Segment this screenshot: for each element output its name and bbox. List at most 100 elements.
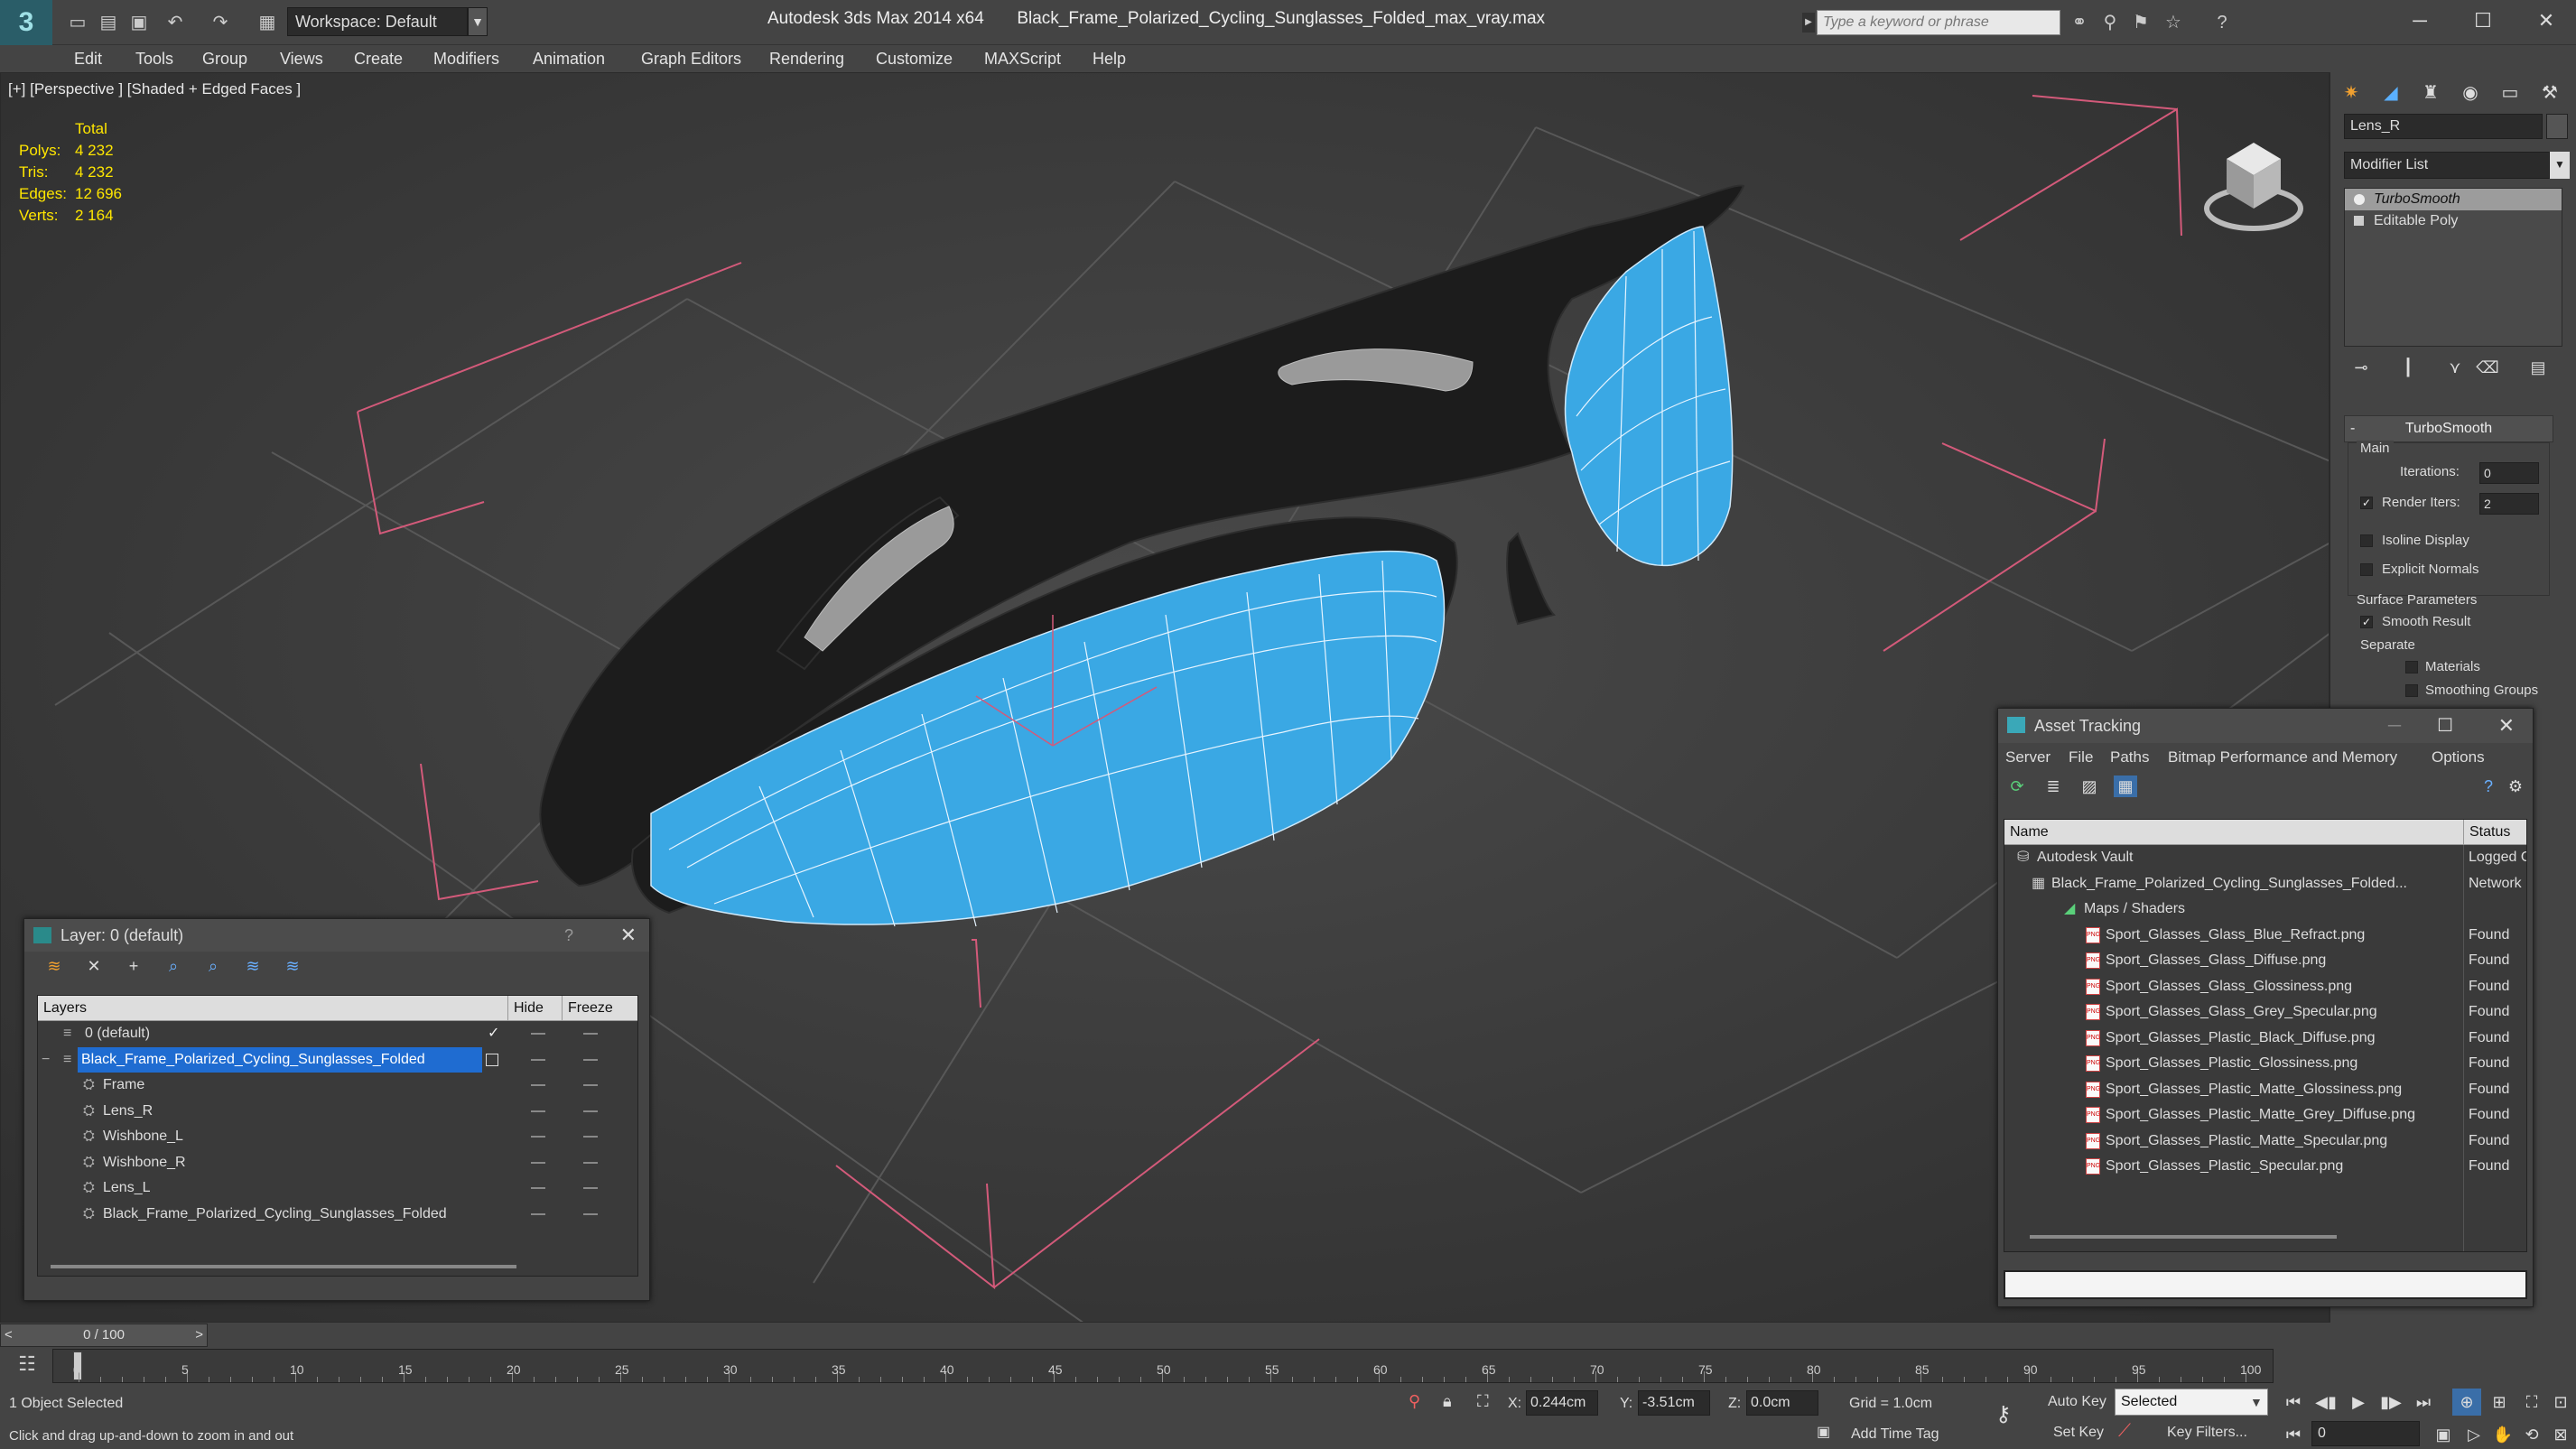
layer-row[interactable]: ⛭ Lens_R — [38, 1099, 637, 1125]
previous-frame-icon[interactable]: ◀▮ — [2311, 1389, 2340, 1416]
layer-row[interactable]: ≡ 0 (default) ✓ — [38, 1021, 637, 1047]
modify-tab-icon[interactable]: ◢ — [2375, 78, 2407, 108]
menu-modifiers[interactable]: Modifiers — [433, 47, 499, 70]
asset-row[interactable]: PNG Sport_Glasses_Plastic_Specular.png Fou… — [2004, 1154, 2526, 1180]
asset-row[interactable]: ⛁ Autodesk Vault Logged O — [2004, 845, 2526, 871]
workspace-dropdown[interactable]: Workspace: Default — [287, 7, 468, 36]
maximize-viewport-icon[interactable]: ⊠ — [2546, 1421, 2575, 1448]
undo-icon[interactable]: ↶ — [163, 11, 188, 34]
key-filters-button[interactable]: Key Filters... — [2167, 1425, 2247, 1441]
list-view-icon[interactable]: ≣ — [2041, 776, 2065, 797]
current-layer-check-icon[interactable]: ✓ — [488, 1021, 499, 1047]
new-file-icon[interactable]: ▭ — [65, 11, 90, 34]
time-configuration-icon[interactable]: ▣ — [2429, 1421, 2458, 1448]
workspace-dropdown-arrow-icon[interactable]: ▼ — [468, 7, 488, 36]
x-coordinate-field[interactable]: 0.244cm — [1526, 1390, 1598, 1416]
play-icon[interactable]: ▶ — [2344, 1389, 2373, 1416]
close-window-icon[interactable]: ✕ — [2519, 5, 2573, 36]
add-time-tag-button[interactable]: Add Time Tag — [1851, 1426, 1939, 1443]
asset-row[interactable]: PNG Sport_Glasses_Plastic_Matte_Specular.… — [2004, 1129, 2526, 1155]
favorites-star-icon[interactable]: ☆ — [2160, 11, 2187, 34]
mini-curve-editor-icon[interactable]: ☷ — [9, 1352, 45, 1379]
key-mode-arrow-icon[interactable]: ▼ — [2250, 1389, 2263, 1416]
asset-menu-bitmap-performance[interactable]: Bitmap Performance and Memory — [2168, 743, 2397, 772]
vault-help-icon[interactable]: ? — [2477, 776, 2500, 797]
utilities-tab-icon[interactable]: ⚒ — [2534, 78, 2566, 108]
menu-graph-editors[interactable]: Graph Editors — [641, 47, 741, 70]
menu-maxscript[interactable]: MAXScript — [984, 47, 1061, 70]
layer-dialog-help-icon[interactable]: ? — [564, 919, 573, 952]
asset-menu-file[interactable]: File — [2069, 743, 2093, 772]
iterations-spinner[interactable]: 0 — [2479, 462, 2539, 484]
app-logo-icon[interactable]: 3 — [0, 0, 52, 45]
layer-dialog-title-bar[interactable]: Layer: 0 (default) ? ✕ — [24, 919, 649, 952]
maximize-window-icon[interactable]: ☐ — [2456, 5, 2510, 36]
asset-path-field[interactable] — [2004, 1270, 2527, 1299]
go-to-end-icon[interactable]: ⏭ — [2409, 1389, 2438, 1416]
asset-list-scrollbar[interactable] — [2030, 1235, 2337, 1239]
motion-tab-icon[interactable]: ◉ — [2454, 78, 2487, 108]
vault-settings-icon[interactable]: ⚙ — [2504, 776, 2527, 797]
name-column-header[interactable]: Name — [2010, 820, 2049, 845]
hide-column-header[interactable]: Hide — [507, 996, 544, 1021]
render-iters-spinner[interactable]: 2 — [2479, 493, 2539, 515]
pin-stack-icon[interactable]: ⊸ — [2348, 354, 2375, 381]
layer-row[interactable]: ⛭ Frame — [38, 1073, 637, 1099]
timeline-track[interactable]: 0 5 10 15 20 25 30 35 40 45 50 55 60 65 70 75 80 85 90 95 10… — [52, 1349, 2274, 1383]
set-key-mode-icon[interactable]: ⟋ — [2118, 1421, 2131, 1442]
turbosmooth-rollout-header[interactable]: - TurboSmooth — [2344, 415, 2553, 442]
set-current-layer-icon[interactable] — [486, 1053, 498, 1066]
zoom-extents-all-icon[interactable]: ⊡ — [2546, 1389, 2575, 1416]
asset-row[interactable]: PNG Sport_Glasses_Glass_Blue_Refract.png F… — [2004, 923, 2526, 949]
object-color-swatch[interactable] — [2546, 114, 2568, 139]
set-keys-icon[interactable]: ⚷ — [1995, 1401, 2012, 1427]
menu-edit[interactable]: Edit — [74, 47, 102, 70]
redo-icon[interactable]: ↷ — [208, 11, 233, 34]
absolute-mode-icon[interactable]: ⛶ — [1477, 1392, 1489, 1411]
modifier-list-arrow-icon[interactable]: ▼ — [2550, 152, 2570, 179]
asset-row[interactable]: ◢ Maps / Shaders — [2004, 896, 2526, 923]
smooth-result-checkbox[interactable]: ✓ — [2360, 616, 2373, 628]
asset-tracking-title-bar[interactable]: Asset Tracking ─ ☐ ✕ — [1998, 709, 2533, 743]
search-input[interactable]: Type a keyword or phrase — [1817, 10, 2060, 35]
display-tab-icon[interactable]: ▭ — [2494, 78, 2526, 108]
slider-prev-icon[interactable]: < — [5, 1324, 13, 1346]
freeze-all-layers-icon[interactable]: ≋ — [281, 955, 304, 977]
next-frame-icon[interactable]: ▮▶ — [2376, 1389, 2405, 1416]
show-end-result-icon[interactable]: ┃ — [2395, 354, 2422, 381]
menu-views[interactable]: Views — [280, 47, 323, 70]
asset-menu-server[interactable]: Server — [2005, 743, 2051, 772]
asset-row[interactable]: PNG Sport_Glasses_Plastic_Matte_Glossines… — [2004, 1077, 2526, 1103]
asset-row[interactable]: PNG Sport_Glasses_Plastic_Glossiness.png F… — [2004, 1051, 2526, 1077]
asset-close-icon[interactable]: ✕ — [2498, 709, 2515, 743]
current-frame-field[interactable]: 0 — [2311, 1421, 2420, 1446]
create-tab-icon[interactable]: ✷ — [2335, 78, 2367, 108]
hierarchy-tab-icon[interactable]: ♜ — [2414, 78, 2447, 108]
layer-row[interactable]: − ≡ Black_Frame_Polarized_Cycling_Sunglass… — [38, 1046, 637, 1073]
refresh-icon[interactable]: ⟳ — [2005, 776, 2029, 797]
key-mode-dropdown[interactable]: Selected — [2115, 1389, 2268, 1416]
highlight-layer-icon[interactable]: ⌕ — [201, 955, 225, 977]
delete-layer-icon[interactable]: ✕ — [82, 955, 106, 977]
search-expand-icon[interactable]: ▶ — [1802, 13, 1815, 33]
layer-row[interactable]: ⛭ Wishbone_R — [38, 1150, 637, 1176]
select-objects-in-layer-icon[interactable]: ⌕ — [162, 955, 185, 977]
smoothing-groups-checkbox[interactable] — [2405, 684, 2418, 697]
object-name-field[interactable]: Lens_R — [2344, 114, 2543, 139]
asset-row[interactable]: PNG Sport_Glasses_Plastic_Matte_Grey_Diff… — [2004, 1102, 2526, 1129]
help-icon[interactable]: ? — [2209, 11, 2236, 34]
asset-row[interactable]: PNG Sport_Glasses_Glass_Diffuse.png Found — [2004, 948, 2526, 974]
modifier-list-dropdown[interactable]: Modifier List — [2344, 152, 2550, 179]
selection-lock-icon[interactable]: 🔒︎ — [1443, 1392, 1452, 1411]
layer-list-scrollbar[interactable] — [51, 1265, 516, 1268]
project-folder-icon[interactable]: ▦ — [255, 11, 280, 34]
add-to-layer-icon[interactable]: + — [122, 955, 145, 977]
key-mode-toggle-icon[interactable]: ⏮ — [2279, 1421, 2308, 1448]
layer-row[interactable]: ⛭ Wishbone_L — [38, 1124, 637, 1150]
time-tag-icon[interactable]: ▣ — [1817, 1423, 1830, 1441]
layers-column-header[interactable]: Layers — [43, 996, 87, 1021]
isolate-selection-icon[interactable]: ⚲ — [1409, 1392, 1420, 1411]
layer-row[interactable]: ⛭ Lens_L — [38, 1175, 637, 1202]
open-file-icon[interactable]: ▤ — [96, 11, 121, 34]
status-column-header[interactable]: Status — [2463, 820, 2510, 845]
